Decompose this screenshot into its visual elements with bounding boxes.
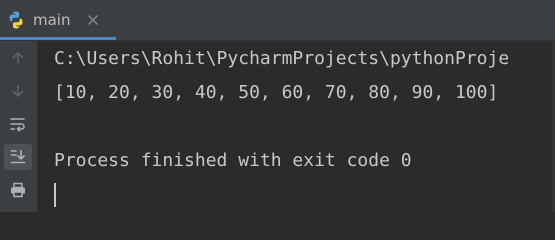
- print-button[interactable]: [4, 177, 32, 203]
- run-tab-bar: main: [0, 0, 555, 40]
- console-output[interactable]: C:\Users\Rohit\PycharmProjects\pythonPro…: [38, 41, 555, 212]
- run-tool-window: main C:\Users\Rohit\PycharmProjects\pyth…: [0, 0, 555, 212]
- tab-label: main: [33, 11, 71, 29]
- scroll-to-end-icon: [10, 149, 26, 164]
- soft-wrap-icon: [10, 118, 25, 132]
- close-icon[interactable]: [86, 13, 100, 27]
- arrow-down-icon: [12, 85, 24, 97]
- scroll-to-end-button[interactable]: [4, 144, 32, 170]
- python-icon: [9, 11, 23, 29]
- run-toolbar: [0, 41, 38, 212]
- text-caret: [54, 183, 56, 207]
- run-tab-main[interactable]: main: [0, 0, 116, 40]
- arrow-up-icon: [12, 52, 24, 64]
- down-stack-trace-button[interactable]: [4, 78, 32, 104]
- console-line-exit-status: Process finished with exit code 0: [54, 150, 412, 171]
- up-stack-trace-button[interactable]: [4, 45, 32, 71]
- console-line-path: C:\Users\Rohit\PycharmProjects\pythonPro…: [54, 48, 510, 69]
- console-line-output: [10, 20, 30, 40, 50, 60, 70, 80, 90, 100…: [54, 82, 499, 103]
- print-icon: [11, 182, 25, 198]
- soft-wrap-button[interactable]: [4, 111, 32, 137]
